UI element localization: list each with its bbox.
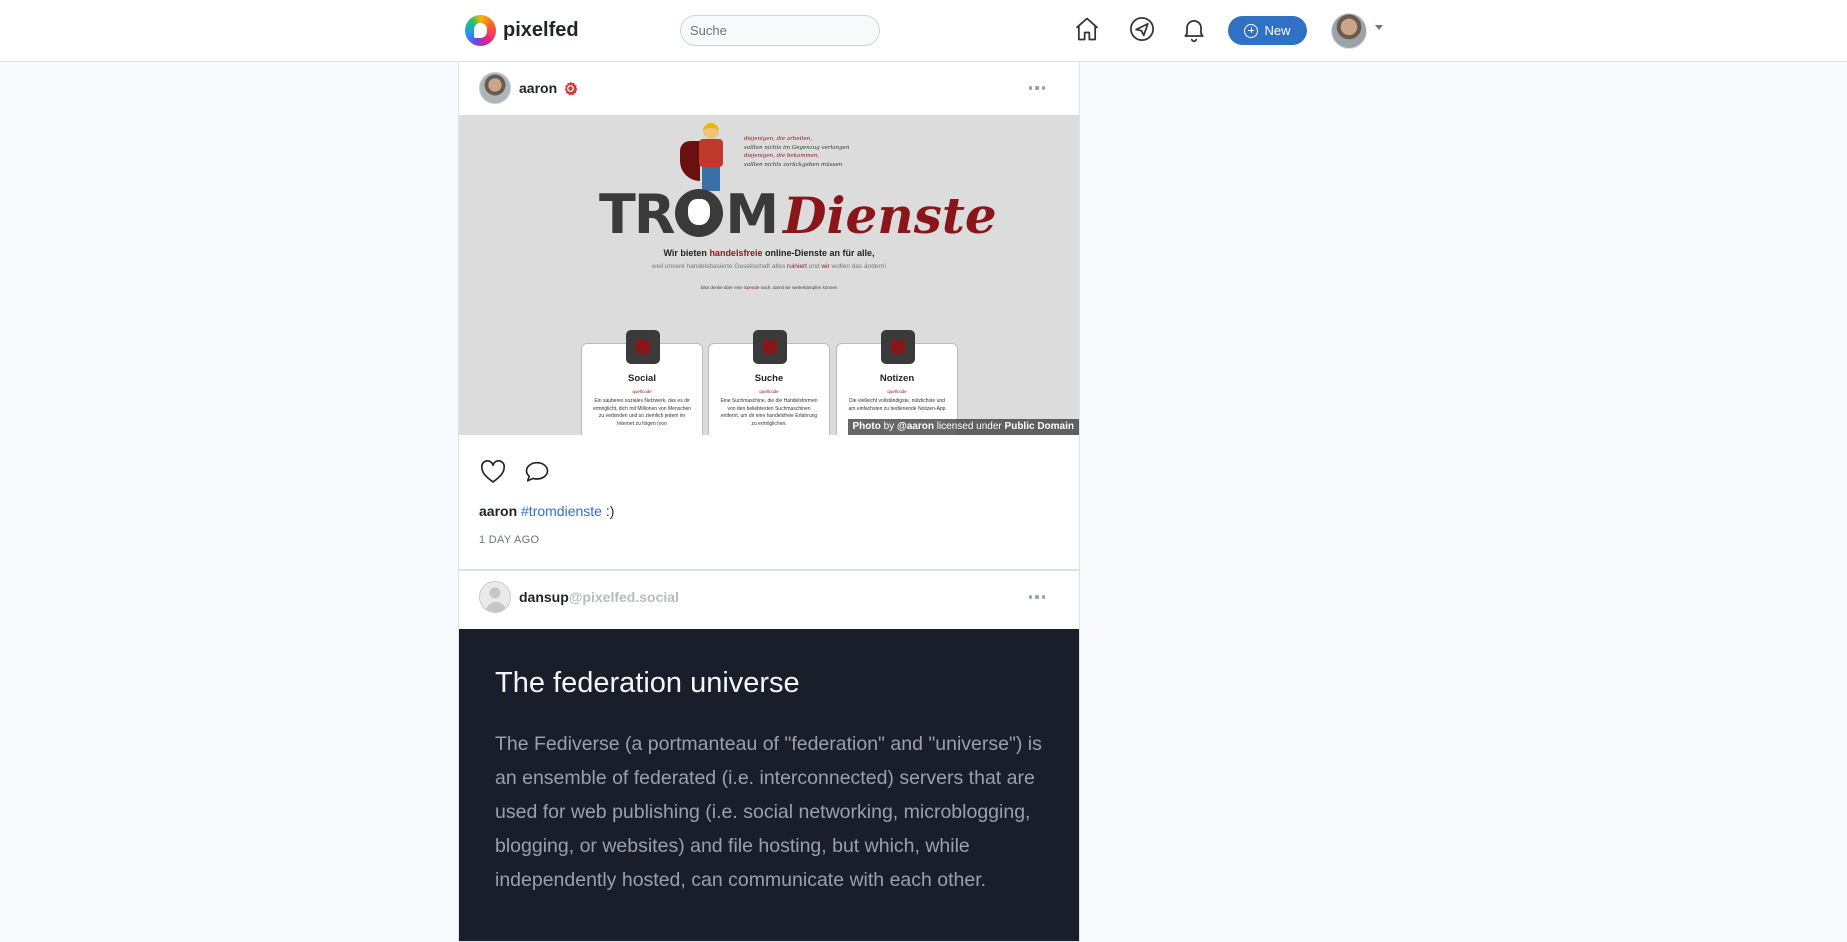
post-actions	[479, 458, 551, 486]
embed-title: The federation universe	[495, 667, 800, 699]
post-author-username[interactable]: aaron	[519, 80, 557, 96]
photo-license-credit: Photo by @aaron licensed under Public Do…	[847, 419, 1079, 435]
service-card-social: Social quellcode Ein sauberes soziales N…	[581, 330, 703, 435]
credit-author-link[interactable]: @aaron	[897, 421, 934, 432]
trom-logo: TR M Dienste	[599, 183, 997, 246]
post-header: dansup @pixelfed.social	[459, 571, 1079, 623]
post-author-username[interactable]: dansup	[519, 589, 569, 605]
new-post-button[interactable]: New	[1228, 16, 1307, 45]
license-link[interactable]: Public Domain	[1005, 421, 1074, 432]
hand-logo-icon	[675, 189, 724, 237]
timeline-feed: aaron diejenigen, die arbeiten, sollten …	[458, 62, 1080, 942]
post-timestamp[interactable]: 1 DAY AGO	[479, 534, 539, 546]
new-post-label: New	[1264, 23, 1291, 38]
post-image[interactable]: diejenigen, die arbeiten, sollten nichts…	[459, 115, 1079, 435]
post-author-domain: @pixelfed.social	[568, 589, 679, 605]
brand-link[interactable]: pixelfed	[465, 15, 579, 46]
hashtag-link[interactable]: #tromdienste	[521, 503, 602, 519]
brand-name: pixelfed	[503, 19, 579, 41]
post-author-avatar[interactable]	[479, 581, 511, 613]
post-card: aaron diejenigen, die arbeiten, sollten …	[458, 62, 1080, 570]
search-input[interactable]	[680, 15, 880, 46]
chevron-down-icon[interactable]	[1375, 25, 1383, 30]
embed-body: The Fediverse (a portmanteau of "federat…	[495, 733, 1042, 891]
social-icon	[626, 330, 660, 364]
image-subline: weil unsere handelsbasierte Gesellschaft…	[651, 263, 887, 270]
image-donation-note: bitte denke über eine Spende nach, damit…	[700, 285, 838, 290]
pixelfed-logo-icon	[465, 15, 496, 46]
user-avatar[interactable]	[1331, 13, 1367, 49]
top-navbar: pixelfed New	[0, 0, 1847, 62]
post-header: aaron	[459, 62, 1079, 114]
discover-icon[interactable]	[1128, 15, 1156, 43]
image-headline: Wir bieten handelsfreie online-Dienste a…	[663, 248, 875, 258]
bell-icon[interactable]	[1180, 15, 1208, 43]
image-tagline: diejenigen, die arbeiten, sollten nichts…	[744, 136, 850, 168]
post-card: dansup @pixelfed.social The federation un…	[458, 570, 1080, 942]
post-author-avatar[interactable]	[479, 72, 511, 104]
service-card-search: Suche quellcode Eine Suchmaschine, die d…	[708, 330, 830, 435]
post-caption: aaron #tromdienste :)	[479, 503, 615, 519]
notes-icon	[881, 330, 915, 364]
embed-text-panel: The federation universe The Fediverse (a…	[459, 629, 1079, 941]
home-icon[interactable]	[1073, 15, 1101, 43]
caption-username[interactable]: aaron	[479, 503, 517, 519]
more-icon[interactable]	[1029, 83, 1045, 93]
verified-icon	[564, 80, 578, 96]
comment-icon[interactable]	[523, 458, 551, 486]
more-icon[interactable]	[1029, 592, 1045, 602]
search-icon	[753, 330, 787, 364]
plus-circle-icon	[1244, 23, 1259, 38]
heart-icon[interactable]	[479, 458, 507, 486]
